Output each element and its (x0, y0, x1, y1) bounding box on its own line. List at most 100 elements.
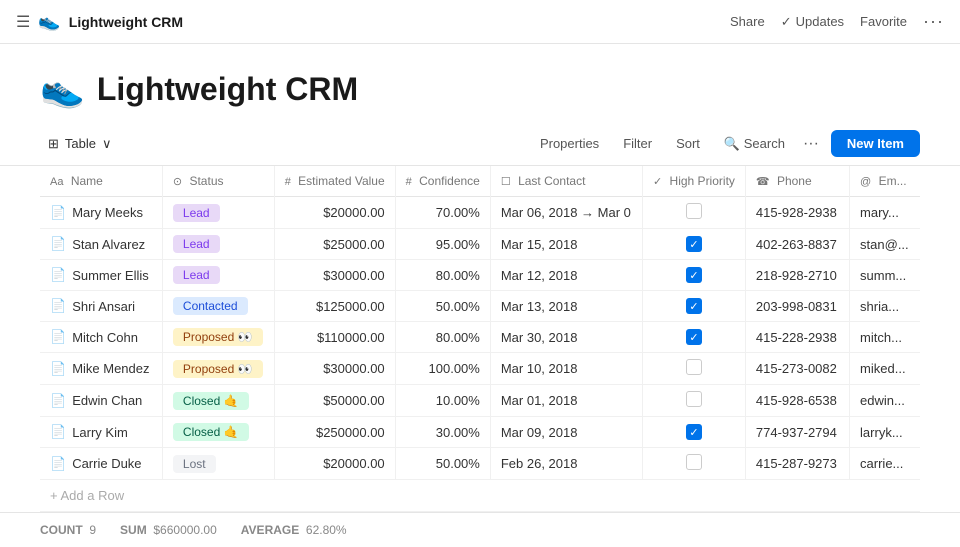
name-value: Mary Meeks (72, 205, 143, 220)
checkbox-unchecked[interactable] (686, 391, 702, 407)
properties-button[interactable]: Properties (534, 132, 605, 155)
checkbox-unchecked[interactable] (686, 359, 702, 375)
cell-priority (642, 353, 745, 385)
crm-table: Aa Name ⊙ Status # Estimated Value # Con… (40, 166, 920, 512)
cell-phone: 415-273-0082 (745, 353, 849, 385)
cell-phone: 415-928-2938 (745, 197, 849, 229)
col-header-confidence: # Confidence (395, 166, 490, 197)
cell-contact: Mar 30, 2018 (490, 322, 642, 353)
col-header-phone: ☎ Phone (745, 166, 849, 197)
calendar-icon: ☐ (501, 176, 511, 188)
cell-contact: Mar 12, 2018 (490, 260, 642, 291)
table-row[interactable]: 📄 Stan Alvarez Lead $25000.00 95.00% Mar… (40, 229, 920, 260)
cell-confidence: 10.00% (395, 385, 490, 417)
cell-priority: ✓ (642, 417, 745, 448)
share-button[interactable]: Share (730, 14, 765, 29)
cell-value: $25000.00 (274, 229, 395, 260)
updates-button[interactable]: ✓ Updates (781, 14, 844, 30)
status-badge: Lead (173, 204, 220, 222)
view-label: Table (65, 136, 96, 151)
cell-status: Proposed 👀 (162, 353, 274, 385)
table-row[interactable]: 📄 Carrie Duke Lost $20000.00 50.00% Feb … (40, 448, 920, 480)
cell-confidence: 80.00% (395, 260, 490, 291)
hamburger-icon[interactable]: ☰ (16, 12, 30, 32)
sum-value: $660000.00 (153, 523, 216, 537)
table-body: 📄 Mary Meeks Lead $20000.00 70.00% Mar 0… (40, 197, 920, 512)
status-badge: Lead (173, 266, 220, 284)
col-header-email: @ Em... (850, 166, 920, 197)
status-badge: Proposed 👀 (173, 360, 263, 378)
cell-value: $30000.00 (274, 353, 395, 385)
cell-contact: Mar 13, 2018 (490, 291, 642, 322)
table-view-button[interactable]: ⊞ Table ∨ (40, 132, 120, 156)
favorite-button[interactable]: Favorite (860, 14, 907, 29)
app-icon: 👟 (38, 11, 60, 32)
checkbox-checked[interactable]: ✓ (686, 424, 702, 440)
table-header-row: Aa Name ⊙ Status # Estimated Value # Con… (40, 166, 920, 197)
new-item-button[interactable]: New Item (831, 130, 920, 157)
table-container: Aa Name ⊙ Status # Estimated Value # Con… (0, 166, 960, 512)
cell-status: Contacted (162, 291, 274, 322)
table-row[interactable]: 📄 Shri Ansari Contacted $125000.00 50.00… (40, 291, 920, 322)
cell-contact: Mar 09, 2018 (490, 417, 642, 448)
cell-email: larryk... (850, 417, 920, 448)
check-col-icon: ✓ (653, 176, 662, 188)
checkbox-unchecked[interactable] (686, 454, 702, 470)
page-header: 👟 Lightweight CRM (0, 44, 960, 122)
status-badge: Lead (173, 235, 220, 253)
cell-priority (642, 385, 745, 417)
status-badge: Contacted (173, 297, 248, 315)
col-header-status: ⊙ Status (162, 166, 274, 197)
text-icon: Aa (50, 176, 63, 188)
cell-status: Lead (162, 229, 274, 260)
table-row[interactable]: 📄 Edwin Chan Closed 🤙 $50000.00 10.00% M… (40, 385, 920, 417)
doc-icon: 📄 (50, 329, 66, 345)
name-value: Stan Alvarez (72, 237, 145, 252)
checkbox-checked[interactable]: ✓ (686, 267, 702, 283)
checkbox-checked[interactable]: ✓ (686, 236, 702, 252)
cell-status: Closed 🤙 (162, 385, 274, 417)
doc-icon: 📄 (50, 236, 66, 252)
add-row[interactable]: + Add a Row (40, 480, 920, 512)
status-badge: Proposed 👀 (173, 328, 263, 346)
cell-priority: ✓ (642, 322, 745, 353)
table-row[interactable]: 📄 Mary Meeks Lead $20000.00 70.00% Mar 0… (40, 197, 920, 229)
search-button[interactable]: 🔍 Search (718, 132, 791, 156)
filter-button[interactable]: Filter (617, 132, 658, 155)
name-value: Mike Mendez (72, 361, 149, 376)
cell-name: 📄 Mike Mendez (40, 353, 162, 385)
table-row[interactable]: 📄 Summer Ellis Lead $30000.00 80.00% Mar… (40, 260, 920, 291)
cell-status: Proposed 👀 (162, 322, 274, 353)
cell-priority (642, 197, 745, 229)
cell-status: Lost (162, 448, 274, 480)
table-row[interactable]: 📄 Mike Mendez Proposed 👀 $30000.00 100.0… (40, 353, 920, 385)
cell-phone: 402-263-8837 (745, 229, 849, 260)
hash-icon: # (285, 176, 291, 188)
cell-phone: 415-287-9273 (745, 448, 849, 480)
cell-status: Closed 🤙 (162, 417, 274, 448)
cell-name: 📄 Shri Ansari (40, 291, 162, 322)
add-row-label[interactable]: + Add a Row (40, 480, 920, 512)
table-row[interactable]: 📄 Mitch Cohn Proposed 👀 $110000.00 80.00… (40, 322, 920, 353)
checkbox-unchecked[interactable] (686, 203, 702, 219)
col-header-contact: ☐ Last Contact (490, 166, 642, 197)
top-nav: ☰ 👟 Lightweight CRM Share ✓ Updates Favo… (0, 0, 960, 44)
cell-email: mitch... (850, 322, 920, 353)
doc-icon: 📄 (50, 298, 66, 314)
nav-more-button[interactable]: ··· (923, 11, 944, 32)
sort-button[interactable]: Sort (670, 132, 706, 155)
cell-confidence: 100.00% (395, 353, 490, 385)
table-row[interactable]: 📄 Larry Kim Closed 🤙 $250000.00 30.00% M… (40, 417, 920, 448)
cell-status: Lead (162, 260, 274, 291)
doc-icon: 📄 (50, 424, 66, 440)
checkbox-checked[interactable]: ✓ (686, 329, 702, 345)
doc-icon: 📄 (50, 205, 66, 221)
cell-confidence: 50.00% (395, 448, 490, 480)
cell-phone: 218-928-2710 (745, 260, 849, 291)
cell-contact: Feb 26, 2018 (490, 448, 642, 480)
cell-priority: ✓ (642, 291, 745, 322)
status-badge: Closed 🤙 (173, 392, 249, 410)
toolbar-more-button[interactable]: ··· (803, 135, 819, 153)
checkbox-checked[interactable]: ✓ (686, 298, 702, 314)
cell-value: $20000.00 (274, 448, 395, 480)
